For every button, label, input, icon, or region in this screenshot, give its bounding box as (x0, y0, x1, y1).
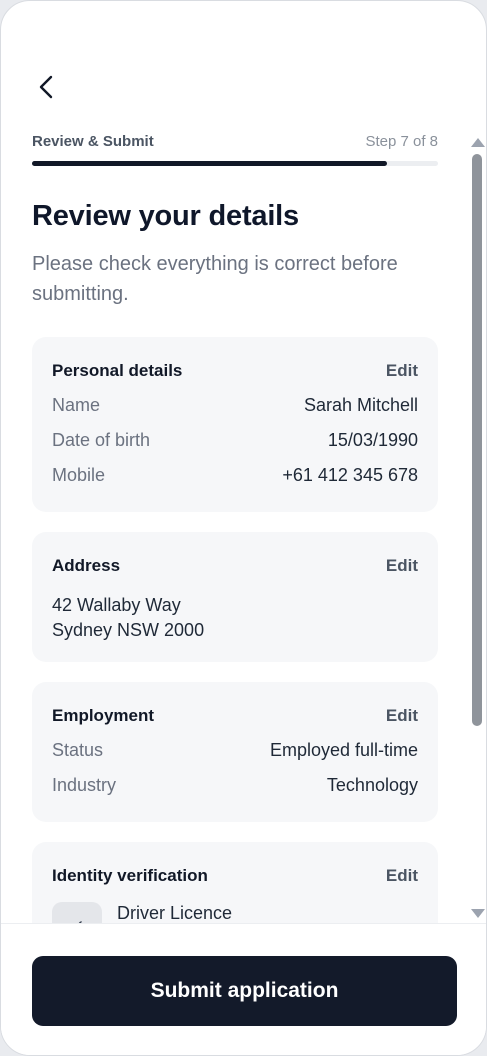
scrollbar[interactable] (469, 134, 486, 922)
card-title: Personal details (52, 361, 183, 380)
card-title: Employment (52, 706, 155, 725)
detail-label: Name (52, 395, 101, 415)
personal-details-card: Personal details Edit Name Sarah Mitchel… (32, 337, 438, 512)
page-title: Review your details (32, 200, 299, 232)
app-screen: Review & Submit Step 7 of 8 Review your … (0, 0, 487, 1056)
detail-row: Date of birth 15/03/1990 (52, 423, 418, 458)
scroll-up-arrow-icon[interactable] (471, 138, 485, 147)
identity-card: Identity verification Edit ✓ Driver Lice… (32, 842, 438, 923)
detail-row: Status Employed full-time (52, 733, 418, 768)
card-title: Identity verification (52, 866, 208, 885)
detail-value: Sarah Mitchell (303, 395, 418, 415)
back-button[interactable] (32, 71, 60, 103)
edit-address-button[interactable]: Edit (386, 556, 418, 576)
progress-step: Step 7 of 8 (365, 133, 438, 150)
edit-employment-button[interactable]: Edit (386, 706, 418, 726)
footer-bar: Submit application (1, 923, 486, 1055)
document-thumbnail: ✓ (52, 902, 102, 923)
scrollbar-thumb[interactable] (472, 154, 482, 726)
edit-personal-button[interactable]: Edit (386, 361, 418, 381)
detail-label: Mobile (52, 465, 106, 485)
check-icon: ✓ (69, 915, 86, 924)
progress-bar (32, 161, 438, 166)
detail-label: Date of birth (52, 430, 151, 450)
address-line-2: Sydney NSW 2000 (52, 620, 205, 640)
detail-label: Status (52, 740, 104, 760)
detail-value: Technology (326, 775, 418, 795)
detail-value: Employed full-time (269, 740, 418, 760)
chevron-left-icon (39, 75, 53, 99)
scroll-down-arrow-icon[interactable] (471, 909, 485, 918)
card-header: Identity verification Edit (52, 862, 418, 890)
progress-bar-fill (32, 161, 388, 166)
address-card: Address Edit 42 Wallaby Way Sydney NSW 2… (32, 532, 438, 662)
detail-row: Industry Technology (52, 768, 418, 803)
submit-application-button[interactable]: Submit application (32, 956, 457, 1026)
review-scroll-area[interactable]: Personal details Edit Name Sarah Mitchel… (1, 337, 471, 923)
identity-document-row: ✓ Driver Licence (52, 902, 418, 923)
detail-row: Mobile +61 412 345 678 (52, 458, 418, 493)
detail-row: Name Sarah Mitchell (52, 388, 418, 423)
card-title: Address (52, 556, 121, 575)
card-header: Personal details Edit (52, 357, 418, 385)
detail-label: Industry (52, 775, 117, 795)
document-name: Driver Licence (117, 903, 233, 923)
address-line-1: 42 Wallaby Way (52, 595, 181, 615)
page-subtitle: Please check everything is correct befor… (32, 253, 398, 305)
progress-title: Review & Submit (32, 133, 154, 150)
edit-identity-button[interactable]: Edit (386, 866, 418, 886)
card-header: Employment Edit (52, 702, 418, 730)
employment-card: Employment Edit Status Employed full-tim… (32, 682, 438, 822)
card-header: Address Edit (52, 552, 418, 580)
detail-value: +61 412 345 678 (282, 465, 418, 485)
progress-header: Review & Submit Step 7 of 8 (32, 133, 438, 150)
detail-value: 15/03/1990 (327, 430, 418, 450)
